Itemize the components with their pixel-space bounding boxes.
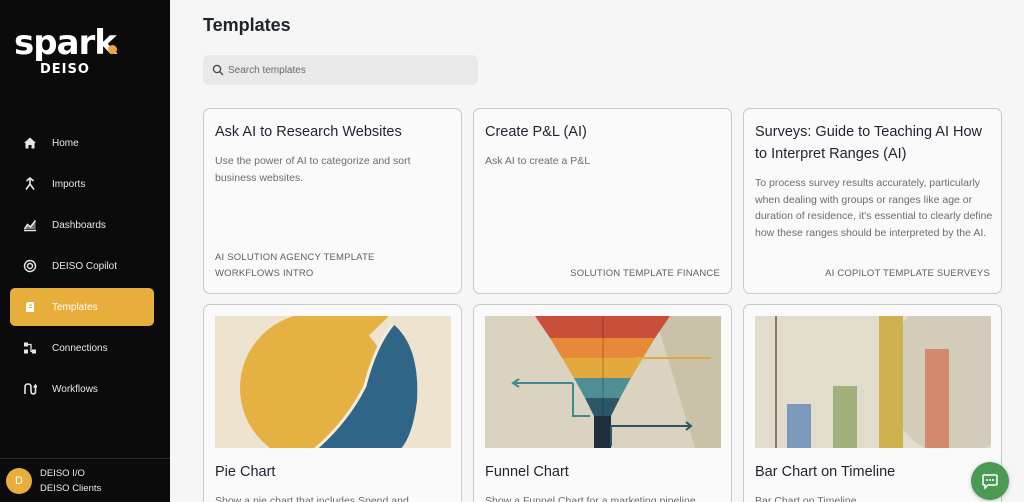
sidebar-nav: Home Imports Dashboards DEISO Copilot Te… — [10, 124, 154, 411]
logo-sub: DEISO — [40, 62, 90, 77]
sidebar-item-label: Dashboards — [52, 219, 106, 231]
templates-icon — [22, 299, 38, 315]
sidebar-item-home[interactable]: Home — [10, 124, 154, 162]
search-bar[interactable] — [203, 55, 478, 85]
user-name: DEISO I/O — [40, 467, 85, 479]
card-tags: SOLUTION TEMPLATE FINANCE — [570, 266, 720, 282]
card-title: Surveys: Guide to Teaching AI How to Int… — [755, 124, 983, 162]
connections-icon — [22, 340, 38, 356]
sidebar-item-imports[interactable]: Imports — [10, 165, 154, 203]
chat-bubble-icon — [982, 474, 998, 490]
dashboards-icon — [22, 217, 38, 233]
bar-chart-illustration — [755, 316, 991, 448]
funnel-chart-illustration — [485, 316, 721, 448]
chat-button[interactable] — [971, 462, 1009, 500]
page-title: Templates — [203, 15, 291, 35]
copilot-icon — [22, 258, 38, 274]
card-description: To process survey results accurately, pa… — [755, 177, 993, 239]
template-card-funnel-chart[interactable]: Funnel Chart Show a Funnel Chart for a m… — [473, 304, 732, 502]
sidebar-item-label: Workflows — [52, 383, 98, 395]
sidebar-item-workflows[interactable]: Workflows — [10, 370, 154, 408]
sidebar-item-label: Home — [52, 137, 79, 149]
template-card-create-pl[interactable]: Create P&L (AI) Ask AI to create a P&L S… — [473, 108, 732, 294]
template-card-pie-chart[interactable]: Pie Chart Show a pie chart that includes… — [203, 304, 462, 502]
search-icon — [212, 64, 224, 76]
card-tag: AI SOLUTION AGENCY TEMPLATE — [215, 252, 375, 263]
template-card-bar-chart-timeline[interactable]: Bar Chart on Timeline Bar Chart on Timel… — [743, 304, 1002, 502]
card-tag: WORKFLOWS INTRO — [215, 268, 314, 279]
card-description: Show a Funnel Chart for a marketing pipe… — [485, 495, 696, 502]
card-description: Ask AI to create a P&L — [485, 155, 591, 167]
card-title: Ask AI to Research Websites — [215, 124, 402, 140]
card-tags: AI COPILOT TEMPLATE SUERVEYS — [825, 266, 990, 282]
workflows-icon — [22, 381, 38, 397]
sidebar-item-label: Imports — [52, 178, 86, 190]
home-icon — [22, 135, 38, 151]
imports-icon — [22, 176, 38, 192]
card-description: Bar Chart on Timeline — [755, 495, 857, 502]
sidebar-item-connections[interactable]: Connections — [10, 329, 154, 367]
spark-deiso-logo[interactable]: spark DEISO — [14, 26, 124, 78]
card-title: Bar Chart on Timeline — [755, 464, 896, 480]
sidebar-item-label: DEISO Copilot — [52, 260, 118, 272]
card-title: Funnel Chart — [485, 464, 569, 480]
sidebar-item-dashboards[interactable]: Dashboards — [10, 206, 154, 244]
user-org: DEISO Clients — [40, 482, 102, 494]
user-account[interactable]: D DEISO I/O DEISO Clients — [0, 458, 170, 502]
sidebar-item-label: Connections — [52, 342, 108, 354]
main-content: Templates Ask AI to Research Websites Us… — [170, 0, 1024, 502]
template-card-surveys-guide[interactable]: Surveys: Guide to Teaching AI How to Int… — [743, 108, 1002, 294]
sidebar: spark DEISO Home Imports Dashboards DEIS… — [0, 0, 170, 502]
pie-chart-illustration — [215, 316, 451, 448]
card-description: Use the power of AI to categorize and so… — [215, 155, 411, 184]
logo-dot — [108, 45, 117, 54]
sidebar-item-label: Templates — [52, 301, 98, 313]
search-input[interactable] — [228, 64, 468, 76]
logo-word: spark — [14, 23, 117, 63]
card-tag: SOLUTION TEMPLATE FINANCE — [570, 268, 720, 279]
card-title: Create P&L (AI) — [485, 124, 587, 140]
card-description: Show a pie chart that includes Spend and — [215, 495, 409, 502]
sidebar-item-templates[interactable]: Templates — [10, 288, 154, 326]
card-tag: AI COPILOT TEMPLATE SUERVEYS — [825, 268, 990, 279]
avatar: D — [6, 467, 32, 494]
card-tags: AI SOLUTION AGENCY TEMPLATE WORKFLOWS IN… — [215, 250, 375, 282]
template-card-ask-ai-research[interactable]: Ask AI to Research Websites Use the powe… — [203, 108, 462, 294]
sidebar-item-deiso-copilot[interactable]: DEISO Copilot — [10, 247, 154, 285]
card-title: Pie Chart — [215, 464, 276, 480]
